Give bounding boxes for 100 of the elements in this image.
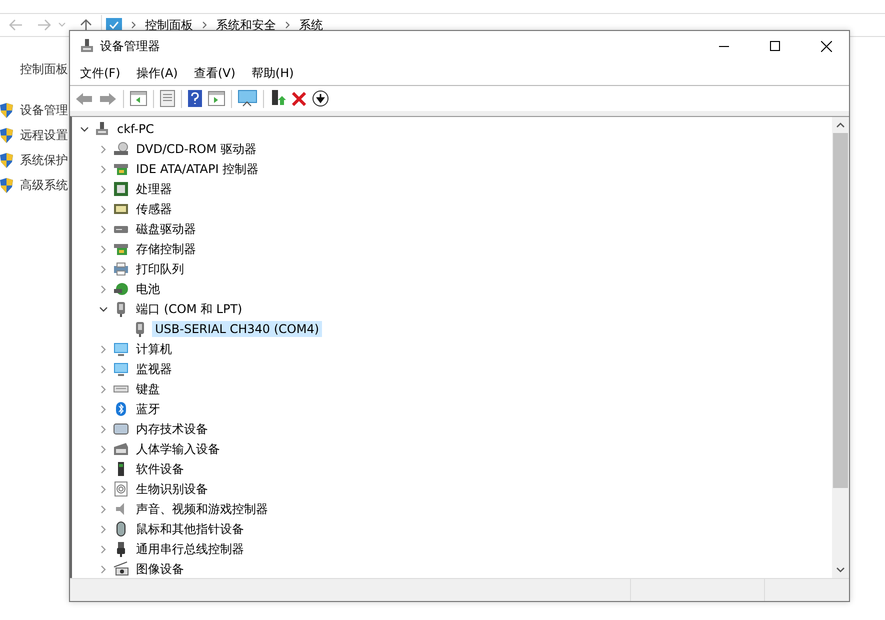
console-tree-icon[interactable]: [130, 91, 147, 106]
side-link[interactable]: 系统保护: [20, 152, 68, 169]
expand-icon[interactable]: [98, 544, 108, 554]
expand-icon[interactable]: [98, 504, 108, 514]
dropdown-icon[interactable]: [58, 22, 66, 28]
menu-item[interactable]: 文件(F): [76, 62, 124, 84]
disc-drive-icon: [113, 141, 129, 157]
tree-item[interactable]: 端口 (COM 和 LPT): [133, 300, 246, 318]
tree-item[interactable]: 存储控制器: [133, 240, 199, 258]
monitor-icon[interactable]: [238, 90, 257, 107]
sensor-icon: [113, 201, 129, 217]
expand-icon[interactable]: [98, 244, 108, 254]
expand-icon[interactable]: [98, 444, 108, 454]
input-device-icon: [113, 441, 129, 457]
close-icon: [820, 40, 832, 52]
scrollbar[interactable]: [832, 117, 849, 578]
tree-item[interactable]: 键盘: [133, 380, 163, 398]
window-title: 设备管理器: [100, 38, 160, 54]
up-icon[interactable]: [80, 18, 92, 32]
tree-item[interactable]: ckf-PC: [114, 121, 158, 137]
chevron-icon: [202, 21, 207, 29]
expand-icon[interactable]: [98, 464, 108, 474]
chevron-icon: [131, 21, 136, 29]
tree-item[interactable]: USB-SERIAL CH340 (COM4): [152, 321, 322, 337]
tree-item[interactable]: 声音、视频和游戏控制器: [133, 500, 271, 518]
tree-item[interactable]: 软件设备: [133, 460, 187, 478]
memory-card-icon: [113, 421, 129, 437]
tree-item[interactable]: 计算机: [133, 340, 175, 358]
properties-icon[interactable]: [160, 90, 175, 107]
tree-item[interactable]: DVD/CD-ROM 驱动器: [133, 140, 260, 158]
action-pane-icon[interactable]: [208, 91, 225, 106]
menu-item[interactable]: 查看(V): [190, 62, 240, 84]
tree-item[interactable]: 图像设备: [133, 560, 187, 578]
tree-item[interactable]: 鼠标和其他指针设备: [133, 520, 247, 538]
expand-icon[interactable]: [98, 564, 108, 574]
expand-icon[interactable]: [98, 484, 108, 494]
monitor-icon: [113, 361, 129, 377]
side-link[interactable]: 远程设置: [20, 127, 68, 144]
expand-icon[interactable]: [98, 164, 108, 174]
help-icon[interactable]: [188, 90, 202, 107]
forward-icon[interactable]: [37, 19, 51, 31]
bluetooth-icon: [113, 401, 129, 417]
tree-item[interactable]: 磁盘驱动器: [133, 220, 199, 238]
tree-item[interactable]: 生物识别设备: [133, 480, 211, 498]
expand-icon[interactable]: [98, 204, 108, 214]
expand-icon[interactable]: [98, 184, 108, 194]
expand-icon[interactable]: [98, 144, 108, 154]
download-icon[interactable]: [312, 90, 329, 107]
expand-icon[interactable]: [98, 364, 108, 374]
shield-icon: [0, 128, 13, 143]
back-icon[interactable]: [75, 92, 93, 106]
side-link[interactable]: 高级系统: [20, 177, 68, 194]
tree-item[interactable]: 人体学输入设备: [133, 440, 223, 458]
shield-icon: [0, 178, 13, 193]
monitor-icon: [113, 341, 129, 357]
expand-icon[interactable]: [98, 264, 108, 274]
shield-icon: [0, 153, 13, 168]
collapse-icon[interactable]: [98, 304, 108, 314]
tree-item[interactable]: 内存技术设备: [133, 420, 211, 438]
tree-item[interactable]: 电池: [133, 280, 163, 298]
printer-icon: [113, 261, 129, 277]
expand-icon[interactable]: [98, 344, 108, 354]
controller-card-icon: [113, 241, 129, 257]
tree-item[interactable]: 蓝牙: [133, 400, 163, 418]
menu-item[interactable]: 操作(A): [132, 62, 182, 84]
expand-icon[interactable]: [98, 384, 108, 394]
camera-icon: [113, 561, 129, 577]
delete-icon[interactable]: [292, 92, 306, 106]
expand-icon[interactable]: [98, 424, 108, 434]
shield-icon: [0, 103, 13, 118]
expand-icon[interactable]: [98, 524, 108, 534]
expand-icon[interactable]: [98, 404, 108, 414]
breadcrumb-item[interactable]: 系统和安全: [216, 16, 276, 34]
scroll-thumb[interactable]: [833, 133, 848, 488]
battery-plug-icon: [113, 281, 129, 297]
expand-icon[interactable]: [98, 224, 108, 234]
expand-icon[interactable]: [98, 284, 108, 294]
forward-icon[interactable]: [99, 92, 117, 106]
tree-item[interactable]: 处理器: [133, 180, 175, 198]
side-title[interactable]: 控制面板: [20, 61, 68, 78]
breadcrumb-item[interactable]: 控制面板: [145, 16, 193, 34]
maximize-icon: [770, 41, 780, 51]
scroll-down-icon[interactable]: [836, 567, 845, 573]
chip-icon: [113, 181, 129, 197]
tree-item[interactable]: 监视器: [133, 360, 175, 378]
computer-icon: [94, 121, 110, 137]
controller-card-icon: [113, 161, 129, 177]
back-icon[interactable]: [9, 19, 23, 31]
computer-icon: [79, 38, 95, 54]
tree-item[interactable]: IDE ATA/ATAPI 控制器: [133, 160, 262, 178]
tree-item[interactable]: 通用串行总线控制器: [133, 540, 247, 558]
side-link[interactable]: 设备管理: [20, 102, 68, 119]
tree-item[interactable]: 打印队列: [133, 260, 187, 278]
tree-item[interactable]: 传感器: [133, 200, 175, 218]
scroll-up-icon[interactable]: [836, 122, 845, 128]
collapse-icon[interactable]: [80, 124, 88, 134]
menu-item[interactable]: 帮助(H): [247, 62, 298, 84]
fingerprint-icon: [113, 481, 129, 497]
update-driver-icon[interactable]: [270, 90, 286, 107]
breadcrumb-item[interactable]: 系统: [299, 16, 323, 34]
